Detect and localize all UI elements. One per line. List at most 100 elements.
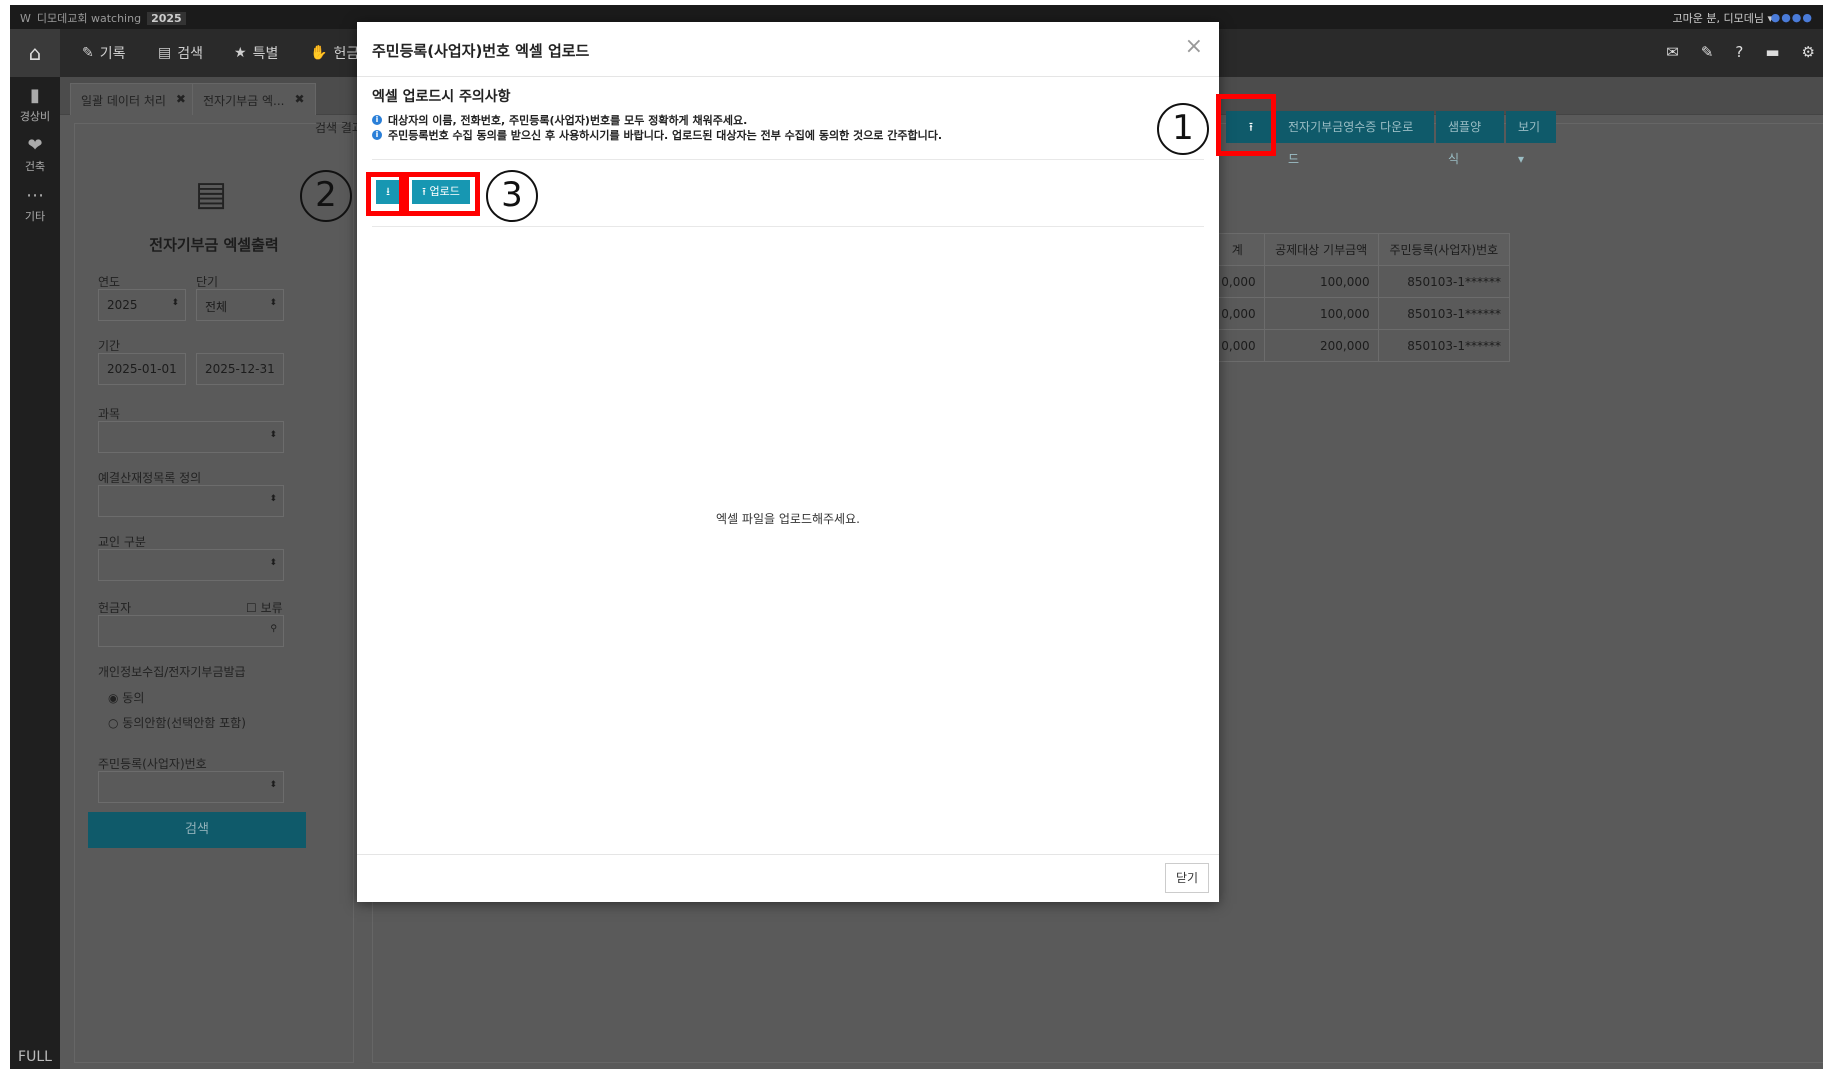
resident-label: 주민등록(사업자)번호 [98, 757, 207, 771]
modal-footer: 닫기 [357, 854, 1219, 902]
receipt-icon: ▤ [195, 174, 228, 214]
member-label: 교인 구분 [98, 535, 146, 549]
app-logo-icon: W [20, 11, 31, 25]
notice-title: 엑셀 업로드시 주의사항 [372, 89, 511, 105]
nav-tools: ✉ ✎ ? ▬ ⚙ [1666, 43, 1815, 61]
table-cell: 850103-1****** [1377, 265, 1511, 298]
updown-icon: ⬍ [269, 780, 277, 790]
more-icon: ⋯ [26, 185, 44, 206]
donor-label: 헌금자 [98, 601, 132, 615]
empty-message: 엑셀 파일을 업로드해주세요. [716, 512, 860, 526]
highlight-upload-button [404, 172, 480, 216]
sample-button[interactable]: 샘플양식 [1436, 111, 1504, 166]
tab-batch[interactable]: 일괄 데이터 처리 ✖ [70, 83, 197, 115]
privacy-label: 개인정보수집/전자기부금발급 [98, 665, 246, 679]
hold-checkbox[interactable]: ☐ 보류 [246, 599, 283, 616]
disagree-radio[interactable]: ○ 동의안함(선택안함 포함) [108, 714, 246, 731]
home-icon[interactable]: ⌂ [10, 29, 60, 77]
edit-icon: ✎ [82, 45, 94, 61]
modal-header: 주민등록(사업자)번호 엑셀 업로드 × [357, 22, 1219, 77]
pen-icon[interactable]: ✎ [1701, 43, 1714, 61]
member-select[interactable]: ⬍ [98, 549, 284, 581]
divider [372, 226, 1204, 227]
updown-icon: ⬍ [171, 298, 179, 308]
close-icon[interactable]: ✖ [295, 92, 305, 107]
view-button[interactable]: 보기 ▾ [1506, 111, 1556, 166]
side-item-expense[interactable]: ▮ 경상비 [10, 85, 60, 124]
step-marker-3: 3 [486, 170, 538, 222]
resident-select[interactable]: ⬍ [98, 771, 284, 803]
search-icon[interactable]: ⚲ [270, 624, 277, 634]
upload-modal: 주민등록(사업자)번호 엑셀 업로드 × 엑셀 업로드시 주의사항 i 대상자의 … [357, 22, 1219, 902]
year-select[interactable]: 2025 ⬍ [98, 289, 186, 321]
table-header-row: 계 공제대상 기부금액 주민등록(사업자)번호 [1210, 233, 1511, 266]
status-dots-icon: ●●●● [1770, 11, 1813, 24]
info-icon: i [372, 130, 382, 140]
agree-radio[interactable]: ◉ 동의 [108, 689, 144, 706]
app-name: 디모데교회 watching [36, 12, 142, 25]
notice-line-1: i 대상자의 이름, 전화번호, 주민등록(사업자)번호를 모두 정확하게 채워주… [372, 112, 747, 128]
info-icon: i [372, 115, 382, 125]
tab-e-donation[interactable]: 전자기부금 엑... ✖ [192, 83, 316, 115]
table-header: 공제대상 기부금액 [1263, 233, 1379, 266]
nav-special[interactable]: ★ 특별 [234, 43, 278, 63]
period-label: 기간 [98, 339, 121, 353]
date-to-input[interactable]: 2025-12-31 [196, 353, 284, 385]
subject-select[interactable]: ⬍ [98, 421, 284, 453]
receipt-icon: ▮ [30, 85, 40, 106]
result-label: 검색 결과 [315, 121, 363, 135]
table-header: 주민등록(사업자)번호 [1377, 233, 1511, 266]
term-label: 단기 [196, 275, 219, 289]
search-button[interactable]: 검색 [88, 812, 306, 848]
table-row[interactable]: 0,000 100,000 850103-1****** [1210, 297, 1511, 330]
table-row[interactable]: 0,000 100,000 850103-1****** [1210, 265, 1511, 298]
table-row[interactable]: 0,000 200,000 850103-1****** [1210, 329, 1511, 362]
subject-label: 과목 [98, 407, 121, 421]
table-cell: 100,000 [1263, 265, 1379, 298]
donor-input[interactable]: ⚲ [98, 615, 284, 647]
close-icon[interactable]: ✖ [176, 92, 186, 107]
budget-label: 예결산재정목록 정의 [98, 471, 202, 485]
receipt-download-button[interactable]: 전자기부금영수증 다운로드 [1276, 111, 1434, 166]
mail-icon[interactable]: ✉ [1666, 43, 1679, 61]
close-button[interactable]: 닫기 [1165, 863, 1209, 893]
side-item-building[interactable]: ❤ 건축 [10, 135, 60, 174]
card-icon[interactable]: ▬ [1765, 43, 1779, 61]
document-icon: ▤ [158, 45, 172, 61]
search-panel: ▤ 전자기부금 엑셀출력 [74, 123, 354, 1063]
side-nav: ▮ 경상비 ❤ 건축 ⋯ 기타 FULL [10, 77, 60, 1069]
star-icon: ★ [234, 45, 247, 61]
table-cell: 200,000 [1263, 329, 1379, 362]
help-icon[interactable]: ? [1735, 43, 1743, 61]
divider [372, 159, 1204, 160]
nav-record[interactable]: ✎ 기록 [82, 43, 126, 63]
step-marker-1: 1 [1157, 103, 1209, 155]
nav-search[interactable]: ▤ 검색 [158, 43, 203, 63]
nav-offering[interactable]: ✋ 헌금 [310, 43, 359, 63]
close-icon[interactable]: × [1185, 34, 1203, 59]
step-marker-2: 2 [300, 170, 352, 222]
side-item-other[interactable]: ⋯ 기타 [10, 185, 60, 224]
updown-icon: ⬍ [269, 430, 277, 440]
table-cell: 850103-1****** [1377, 329, 1511, 362]
highlight-upload-icon [1216, 94, 1276, 156]
user-menu[interactable]: 고마운 분, 디모데님 ▾ [1673, 10, 1773, 26]
year-label: 연도 [98, 275, 121, 289]
year-badge: 2025 [147, 11, 186, 25]
notice-line-2: i 주민등록번호 수집 동의를 받으신 후 사용하시기를 바랍니다. 업로드된 대… [372, 127, 942, 143]
fullscreen-toggle[interactable]: FULL [10, 1049, 60, 1065]
updown-icon: ⬍ [269, 494, 277, 504]
date-from-input[interactable]: 2025-01-01 [98, 353, 186, 385]
result-table: 계 공제대상 기부금액 주민등록(사업자)번호 0,000 100,000 8501… [1210, 233, 1511, 362]
panel-title: 전자기부금 엑셀출력 [149, 236, 279, 254]
term-select[interactable]: 전체 ⬍ [196, 289, 284, 321]
hand-icon: ✋ [310, 45, 328, 61]
budget-select[interactable]: ⬍ [98, 485, 284, 517]
table-cell: 100,000 [1263, 297, 1379, 330]
gear-icon[interactable]: ⚙ [1802, 43, 1815, 61]
updown-icon: ⬍ [269, 298, 277, 308]
hand-heart-icon: ❤ [27, 135, 43, 156]
table-cell: 850103-1****** [1377, 297, 1511, 330]
updown-icon: ⬍ [269, 558, 277, 568]
modal-title: 주민등록(사업자)번호 엑셀 업로드 [372, 42, 590, 60]
